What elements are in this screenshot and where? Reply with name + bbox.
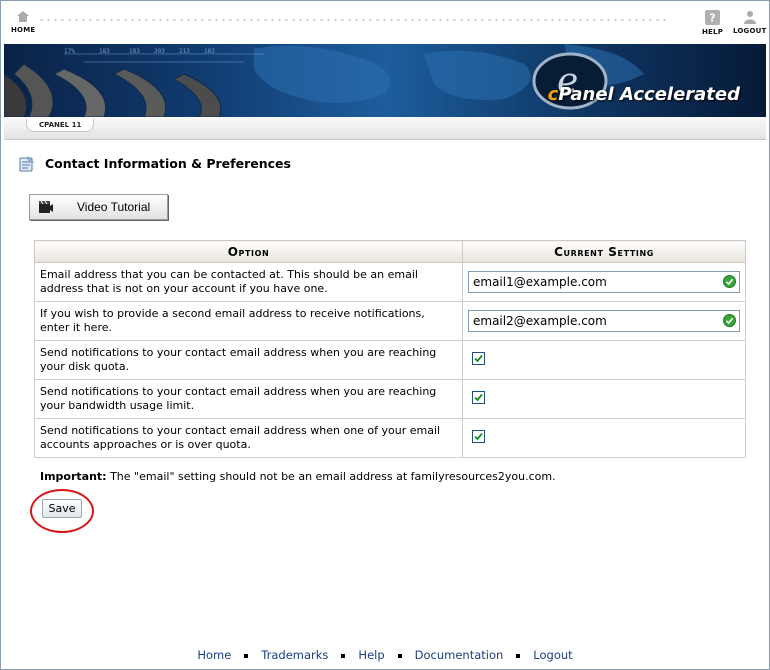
important-note: Important: The "email" setting should no… bbox=[40, 470, 556, 483]
important-label: Important: bbox=[40, 470, 107, 483]
table-row: Send notifications to your contact email… bbox=[34, 418, 746, 458]
checkmark-icon bbox=[474, 432, 483, 440]
important-text: The "email" setting should not be an ema… bbox=[106, 470, 556, 483]
checkmark-icon bbox=[474, 354, 483, 362]
brand-logo: cPanel Accelerated bbox=[547, 84, 740, 105]
preferences-table: Option Current Setting Email address tha… bbox=[34, 240, 746, 458]
setting-cell bbox=[462, 418, 746, 458]
top-bar: HOME ? HELP LOGOUT bbox=[4, 4, 766, 44]
valid-check-icon bbox=[723, 314, 736, 327]
setting-cell: email1@example.com bbox=[462, 262, 746, 302]
disk-quota-checkbox[interactable] bbox=[472, 351, 485, 365]
home-link[interactable]: HOME bbox=[11, 10, 35, 34]
footer-link-documentation[interactable]: Documentation bbox=[415, 648, 504, 662]
contact-email-value: email1@example.com bbox=[473, 275, 607, 289]
valid-check-icon bbox=[723, 275, 736, 288]
svg-text:183: 183 bbox=[99, 48, 110, 55]
option-text: Send notifications to your contact email… bbox=[34, 418, 463, 458]
option-text: If you wish to provide a second email ad… bbox=[34, 301, 463, 341]
svg-text:183: 183 bbox=[129, 48, 140, 55]
footer-separator bbox=[516, 653, 521, 658]
table-row: Email address that you can be contacted … bbox=[34, 262, 746, 302]
contact-email-input[interactable]: email1@example.com bbox=[468, 271, 740, 293]
banner-graphic: 17% 183 183 203 213 183 e bbox=[4, 44, 644, 117]
svg-text:17%: 17% bbox=[64, 48, 75, 55]
version-tab: CPANEL 11 bbox=[26, 119, 95, 132]
cpanel-banner: 17% 183 183 203 213 183 e cPanel Accelerated bbox=[4, 44, 766, 117]
version-bar: CPANEL 11 bbox=[4, 117, 766, 140]
svg-text:203: 203 bbox=[154, 48, 165, 55]
footer-link-help[interactable]: Help bbox=[358, 648, 384, 662]
video-tutorial-button[interactable]: Video Tutorial bbox=[29, 194, 168, 220]
logout-link[interactable]: LOGOUT bbox=[733, 10, 767, 35]
home-label: HOME bbox=[11, 26, 36, 34]
svg-text:213: 213 bbox=[179, 48, 190, 55]
table-row: If you wish to provide a second email ad… bbox=[34, 301, 746, 341]
footer-separator bbox=[397, 653, 402, 658]
second-email-value: email2@example.com bbox=[473, 314, 607, 328]
logout-label: LOGOUT bbox=[733, 27, 767, 35]
setting-cell bbox=[462, 379, 746, 419]
contact-info-icon bbox=[19, 156, 34, 172]
table-row: Send notifications to your contact email… bbox=[34, 379, 746, 419]
checkmark-icon bbox=[474, 393, 483, 401]
help-link[interactable]: ? HELP bbox=[702, 10, 723, 36]
footer-link-logout[interactable]: Logout bbox=[533, 648, 572, 662]
svg-text:?: ? bbox=[709, 12, 716, 25]
footer-separator bbox=[341, 653, 346, 658]
setting-cell bbox=[462, 340, 746, 380]
footer-nav: Home Trademarks Help Documentation Logout bbox=[0, 648, 770, 662]
option-text: Send notifications to your contact email… bbox=[34, 379, 463, 419]
email-quota-checkbox[interactable] bbox=[472, 429, 485, 443]
video-tutorial-label: Video Tutorial bbox=[77, 200, 151, 214]
help-icon: ? bbox=[705, 10, 721, 25]
user-icon bbox=[743, 11, 756, 24]
table-row: Send notifications to your contact email… bbox=[34, 340, 746, 380]
setting-cell: email2@example.com bbox=[462, 301, 746, 341]
bandwidth-checkbox[interactable] bbox=[472, 390, 485, 404]
footer-separator bbox=[244, 653, 249, 658]
svg-text:183: 183 bbox=[204, 48, 215, 55]
save-button[interactable]: Save bbox=[42, 499, 82, 518]
dotted-divider bbox=[38, 17, 668, 23]
second-email-input[interactable]: email2@example.com bbox=[468, 310, 740, 332]
table-header-row: Option Current Setting bbox=[34, 240, 746, 263]
option-text: Email address that you can be contacted … bbox=[34, 262, 463, 302]
help-label: HELP bbox=[702, 28, 724, 36]
footer-link-home[interactable]: Home bbox=[197, 648, 231, 662]
current-setting-header: Current Setting bbox=[462, 240, 746, 263]
option-text: Send notifications to your contact email… bbox=[34, 340, 463, 380]
video-camera-icon bbox=[39, 200, 53, 213]
page-title: Contact Information & Preferences bbox=[45, 156, 291, 171]
option-header: Option bbox=[34, 240, 463, 263]
home-icon bbox=[17, 11, 30, 22]
footer-link-trademarks[interactable]: Trademarks bbox=[261, 648, 328, 662]
